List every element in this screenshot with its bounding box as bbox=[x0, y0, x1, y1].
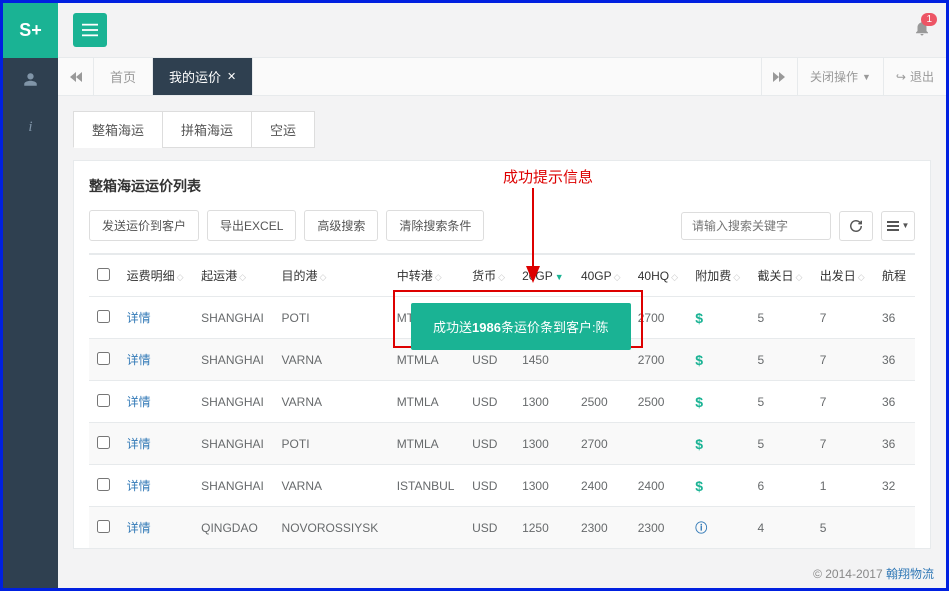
info-icon[interactable]: i bbox=[3, 105, 58, 150]
col-detail: 运费明细◇ bbox=[119, 254, 194, 297]
col-20gp: 20GP▼ bbox=[514, 254, 573, 297]
detail-link[interactable]: 详情 bbox=[127, 395, 151, 409]
subtabs: 整箱海运 拼箱海运 空运 bbox=[73, 111, 931, 148]
search-input[interactable] bbox=[681, 212, 831, 240]
col-dest: 目的港◇ bbox=[274, 254, 389, 297]
row-checkbox[interactable] bbox=[97, 436, 110, 449]
col-40hq: 40HQ◇ bbox=[630, 254, 688, 297]
detail-link[interactable]: 详情 bbox=[127, 353, 151, 367]
surcharge-icon[interactable]: $ bbox=[695, 394, 703, 410]
surcharge-icon[interactable]: ⓘ bbox=[695, 521, 707, 535]
detail-link[interactable]: 详情 bbox=[127, 479, 151, 493]
detail-link[interactable]: 详情 bbox=[127, 521, 151, 535]
detail-link[interactable]: 详情 bbox=[127, 311, 151, 325]
surcharge-icon[interactable]: $ bbox=[695, 478, 703, 494]
subtab-fcl[interactable]: 整箱海运 bbox=[73, 111, 163, 148]
row-checkbox[interactable] bbox=[97, 520, 110, 533]
col-currency: 货币◇ bbox=[464, 254, 514, 297]
notif-badge: 1 bbox=[921, 13, 937, 26]
columns-button[interactable]: ▼ bbox=[881, 211, 915, 241]
surcharge-icon[interactable]: $ bbox=[695, 352, 703, 368]
col-origin: 起运港◇ bbox=[193, 254, 273, 297]
surcharge-icon[interactable]: $ bbox=[695, 310, 703, 326]
success-toast: 成功送1986条运价条到客户:陈 bbox=[411, 303, 631, 350]
refresh-button[interactable] bbox=[839, 211, 873, 241]
footer-link[interactable]: 翰翔物流 bbox=[886, 567, 934, 581]
tabbar: 首页 我的运价 ✕ 关闭操作 ▼ ↪ 退出 bbox=[58, 58, 946, 96]
logout-button[interactable]: ↪ 退出 bbox=[883, 58, 946, 95]
send-rates-button[interactable]: 发送运价到客户 bbox=[89, 210, 199, 241]
select-all-checkbox[interactable] bbox=[97, 268, 110, 281]
table-row: 详情SHANGHAIVARNAMTMLAUSD130025002500$5736 bbox=[89, 381, 915, 423]
detail-link[interactable]: 详情 bbox=[127, 437, 151, 451]
toolbar: 发送运价到客户 导出EXCEL 高级搜索 清除搜索条件 ▼ bbox=[89, 210, 915, 241]
subtab-air[interactable]: 空运 bbox=[251, 111, 315, 148]
row-checkbox[interactable] bbox=[97, 352, 110, 365]
footer: © 2014-2017 翰翔物流 bbox=[813, 565, 934, 582]
col-cutoff: 截关日◇ bbox=[750, 254, 812, 297]
col-surcharge: 附加费◇ bbox=[687, 254, 749, 297]
surcharge-icon[interactable]: $ bbox=[695, 436, 703, 452]
clear-search-button[interactable]: 清除搜索条件 bbox=[386, 210, 484, 241]
user-icon[interactable] bbox=[3, 58, 58, 105]
logo[interactable]: S+ bbox=[3, 3, 58, 58]
col-voyage: 航程 bbox=[874, 254, 915, 297]
notifications-button[interactable]: 1 bbox=[913, 19, 931, 42]
topbar: 1 bbox=[58, 3, 946, 58]
close-icon[interactable]: ✕ bbox=[227, 70, 236, 83]
row-checkbox[interactable] bbox=[97, 394, 110, 407]
advanced-search-button[interactable]: 高级搜索 bbox=[304, 210, 378, 241]
rates-panel: 整箱海运运价列表 发送运价到客户 导出EXCEL 高级搜索 清除搜索条件 ▼ bbox=[73, 160, 931, 549]
tab-home[interactable]: 首页 bbox=[94, 58, 153, 95]
table-row: 详情SHANGHAIPOTIMTMLAUSD13002700$5736 bbox=[89, 423, 915, 465]
table-row: 详情SHANGHAIVARNAISTANBULUSD130024002400$6… bbox=[89, 465, 915, 507]
annotation-label: 成功提示信息 bbox=[503, 166, 593, 187]
row-checkbox[interactable] bbox=[97, 310, 110, 323]
col-depart: 出发日◇ bbox=[812, 254, 874, 297]
col-transit: 中转港◇ bbox=[389, 254, 464, 297]
row-checkbox[interactable] bbox=[97, 478, 110, 491]
panel-title: 整箱海运运价列表 bbox=[89, 176, 915, 196]
sidebar: S+ i bbox=[3, 3, 58, 588]
tabs-scroll-right[interactable] bbox=[761, 58, 797, 95]
col-40gp: 40GP◇ bbox=[573, 254, 630, 297]
table-row: 详情QINGDAONOVOROSSIYSKUSD125023002300ⓘ45 bbox=[89, 507, 915, 549]
close-ops-dropdown[interactable]: 关闭操作 ▼ bbox=[797, 58, 883, 95]
menu-toggle-button[interactable] bbox=[73, 13, 107, 47]
subtab-lcl[interactable]: 拼箱海运 bbox=[162, 111, 252, 148]
tab-my-rates[interactable]: 我的运价 ✕ bbox=[153, 58, 253, 95]
rates-table: 运费明细◇ 起运港◇ 目的港◇ 中转港◇ 货币◇ 20GP▼ 40GP◇ 40H… bbox=[89, 253, 915, 548]
tabs-scroll-left[interactable] bbox=[58, 58, 94, 95]
export-excel-button[interactable]: 导出EXCEL bbox=[207, 210, 296, 241]
